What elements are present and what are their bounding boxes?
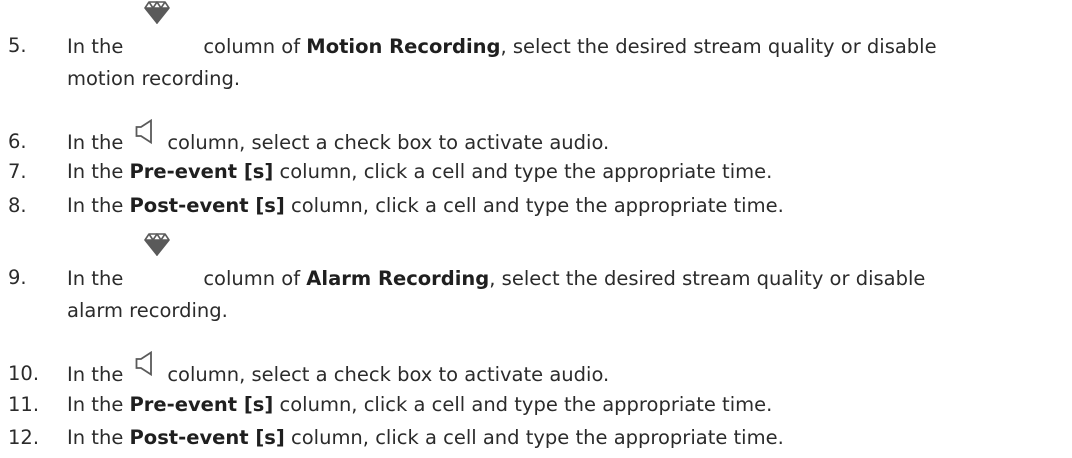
step-keyword: Post-event [s] <box>129 194 285 217</box>
step-text-post: column, click a cell and type the approp… <box>273 160 773 183</box>
step-text-pre: In the <box>67 393 130 416</box>
step-text: In the column of Motion Recording, selec… <box>67 1 1067 91</box>
step-text-pre: In the <box>67 363 124 386</box>
step-text-mid: column of <box>203 267 307 290</box>
step-text: In the Pre-event [s] column, click a cel… <box>67 159 1067 184</box>
step-keyword: Motion Recording <box>306 35 501 58</box>
speaker-audio-icon <box>135 351 153 377</box>
step-number: 5. <box>8 34 27 57</box>
step-keyword: Pre-event [s] <box>129 160 274 183</box>
step-number: 11. <box>8 393 40 416</box>
step-number: 6. <box>8 130 27 153</box>
diamond-quality-icon <box>144 1 171 24</box>
step-text-post: column, select a check box to activate a… <box>167 131 610 154</box>
step-text-pre: In the <box>67 267 124 290</box>
step-keyword: Alarm Recording <box>306 267 490 290</box>
step-number: 12. <box>8 426 40 449</box>
step-text-post: column, click a cell and type the approp… <box>273 393 773 416</box>
step-text-pre: In the <box>67 426 130 449</box>
step-text-continuation: motion recording. <box>67 67 241 90</box>
step-text-post: , select the desired stream quality or d… <box>489 267 926 290</box>
step-text-post: , select the desired stream quality or d… <box>500 35 937 58</box>
step-text-pre: In the <box>67 131 124 154</box>
step-keyword: Post-event [s] <box>129 426 285 449</box>
step-text: In the Pre-event [s] column, click a cel… <box>67 392 1067 417</box>
step-number: 10. <box>8 362 40 385</box>
diamond-quality-icon <box>144 233 171 256</box>
step-text-pre: In the <box>67 35 124 58</box>
step-text-post: column, click a cell and type the approp… <box>284 426 784 449</box>
step-text-pre: In the <box>67 160 130 183</box>
step-text-continuation: alarm recording. <box>67 299 228 322</box>
step-text: In the column, select a check box to act… <box>67 351 1067 386</box>
step-text-post: column, select a check box to activate a… <box>167 363 610 386</box>
step-number: 7. <box>8 160 27 183</box>
step-text-pre: In the <box>67 194 130 217</box>
step-keyword: Pre-event [s] <box>129 393 274 416</box>
step-number: 9. <box>8 266 27 289</box>
step-text: In the column, select a check box to act… <box>67 119 1067 154</box>
speaker-audio-icon <box>135 119 153 145</box>
step-text: In the column of Alarm Recording, select… <box>67 233 1067 323</box>
step-text: In the Post-event [s] column, click a ce… <box>67 193 1067 218</box>
step-text: In the Post-event [s] column, click a ce… <box>67 425 1067 450</box>
step-text-mid: column of <box>203 35 307 58</box>
step-text-post: column, click a cell and type the approp… <box>284 194 784 217</box>
step-number: 8. <box>8 194 27 217</box>
